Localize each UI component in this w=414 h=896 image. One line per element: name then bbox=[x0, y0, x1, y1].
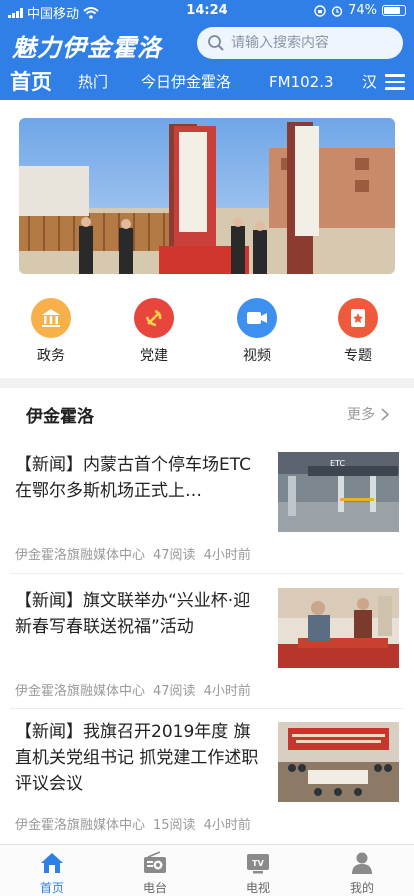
tv-icon: TV bbox=[228, 849, 288, 877]
news-separator bbox=[10, 573, 404, 574]
home-icon bbox=[22, 849, 82, 877]
more-label: 更多 bbox=[347, 407, 375, 423]
bottom-nav: 首页 电台 TV 电视 我的 bbox=[0, 844, 414, 896]
banner-image bbox=[19, 118, 395, 274]
quick-label-party: 党建 bbox=[140, 348, 168, 364]
app-logo-title: 魅力伊金霍洛 bbox=[12, 34, 162, 62]
nav-radio[interactable]: 电台 bbox=[125, 849, 185, 896]
status-right: 74% bbox=[314, 3, 406, 18]
news-time: 4小时前 bbox=[203, 684, 251, 699]
profile-icon bbox=[332, 849, 392, 877]
topic-icon bbox=[338, 298, 378, 338]
search-box[interactable] bbox=[197, 27, 403, 59]
news-title[interactable]: 【新闻】我旗召开2019年度 旗直机关党组书记 抓党建工作述职评议会议 bbox=[15, 719, 267, 797]
battery-icon bbox=[382, 5, 406, 16]
quick-label-government: 政务 bbox=[37, 348, 65, 364]
quick-item-party[interactable]: 党建 bbox=[119, 298, 189, 365]
news-meta: 伊金霍洛旗融媒体中心 47阅读 4小时前 bbox=[15, 680, 259, 699]
nav-label-profile: 我的 bbox=[349, 881, 374, 895]
app-header: 魅力伊金霍洛 bbox=[0, 22, 414, 64]
nav-label-tv: 电视 bbox=[245, 881, 270, 895]
news-reads: 47阅读 bbox=[153, 684, 196, 699]
news-reads: 15阅读 bbox=[153, 818, 196, 833]
nav-tv[interactable]: TV 电视 bbox=[228, 849, 288, 896]
nav-profile[interactable]: 我的 bbox=[332, 849, 392, 896]
quick-label-topic: 专题 bbox=[344, 348, 372, 364]
tab-home[interactable]: 首页 bbox=[10, 64, 52, 100]
government-icon bbox=[31, 298, 71, 338]
chevron-right-icon bbox=[381, 407, 389, 421]
news-time: 4小时前 bbox=[203, 548, 251, 563]
tab-fm[interactable]: FM102.3 bbox=[269, 64, 334, 100]
news-separator bbox=[10, 708, 404, 709]
news-title[interactable]: 【新闻】内蒙古首个停车场ETC在鄂尔多斯机场正式上… bbox=[15, 452, 267, 504]
channel-tabs: 首页 热门 今日伊金霍洛 FM102.3 汉语 bbox=[0, 64, 414, 100]
quick-links: 政务 党建 视频 专题 bbox=[0, 298, 414, 368]
alarm-icon bbox=[331, 5, 343, 17]
news-meta: 伊金霍洛旗融媒体中心 15阅读 4小时前 bbox=[15, 814, 259, 833]
party-emblem-icon bbox=[134, 298, 174, 338]
video-camera-icon bbox=[237, 298, 277, 338]
rotation-lock-icon bbox=[314, 4, 326, 17]
news-source: 伊金霍洛旗融媒体中心 bbox=[15, 548, 146, 563]
news-title[interactable]: 【新闻】旗文联举办“兴业杯·迎新春写春联送祝福”活动 bbox=[15, 588, 267, 640]
menu-icon[interactable] bbox=[376, 64, 414, 100]
svg-text:TV: TV bbox=[252, 859, 264, 868]
radio-icon bbox=[125, 849, 185, 877]
tab-hot[interactable]: 热门 bbox=[78, 64, 108, 100]
nav-home[interactable]: 首页 bbox=[22, 849, 82, 896]
section-title: 伊金霍洛 bbox=[26, 407, 94, 427]
quick-item-government[interactable]: 政务 bbox=[16, 298, 86, 365]
nav-label-radio: 电台 bbox=[142, 881, 167, 895]
news-meta: 伊金霍洛旗融媒体中心 47阅读 4小时前 bbox=[15, 544, 259, 563]
news-reads: 47阅读 bbox=[153, 548, 196, 563]
news-source: 伊金霍洛旗融媒体中心 bbox=[15, 818, 146, 833]
news-source: 伊金霍洛旗融媒体中心 bbox=[15, 684, 146, 699]
banner-carousel[interactable] bbox=[19, 118, 395, 274]
quick-label-video: 视频 bbox=[243, 348, 271, 364]
search-input[interactable] bbox=[231, 35, 391, 51]
news-thumbnail[interactable]: ETC bbox=[278, 452, 399, 532]
news-thumbnail[interactable] bbox=[278, 722, 399, 802]
news-time: 4小时前 bbox=[203, 818, 251, 833]
tab-today[interactable]: 今日伊金霍洛 bbox=[141, 64, 231, 100]
nav-label-home: 首页 bbox=[39, 881, 64, 895]
quick-item-video[interactable]: 视频 bbox=[222, 298, 292, 365]
battery-percent: 74% bbox=[348, 3, 377, 18]
more-link[interactable]: 更多 bbox=[347, 404, 389, 424]
news-thumbnail[interactable] bbox=[278, 588, 399, 668]
status-bar: 中国移动 14:24 74% bbox=[0, 0, 414, 22]
section-divider bbox=[0, 378, 414, 388]
thumb-etc-label: ETC bbox=[330, 459, 345, 468]
search-icon bbox=[208, 35, 224, 51]
quick-item-topic[interactable]: 专题 bbox=[323, 298, 393, 365]
